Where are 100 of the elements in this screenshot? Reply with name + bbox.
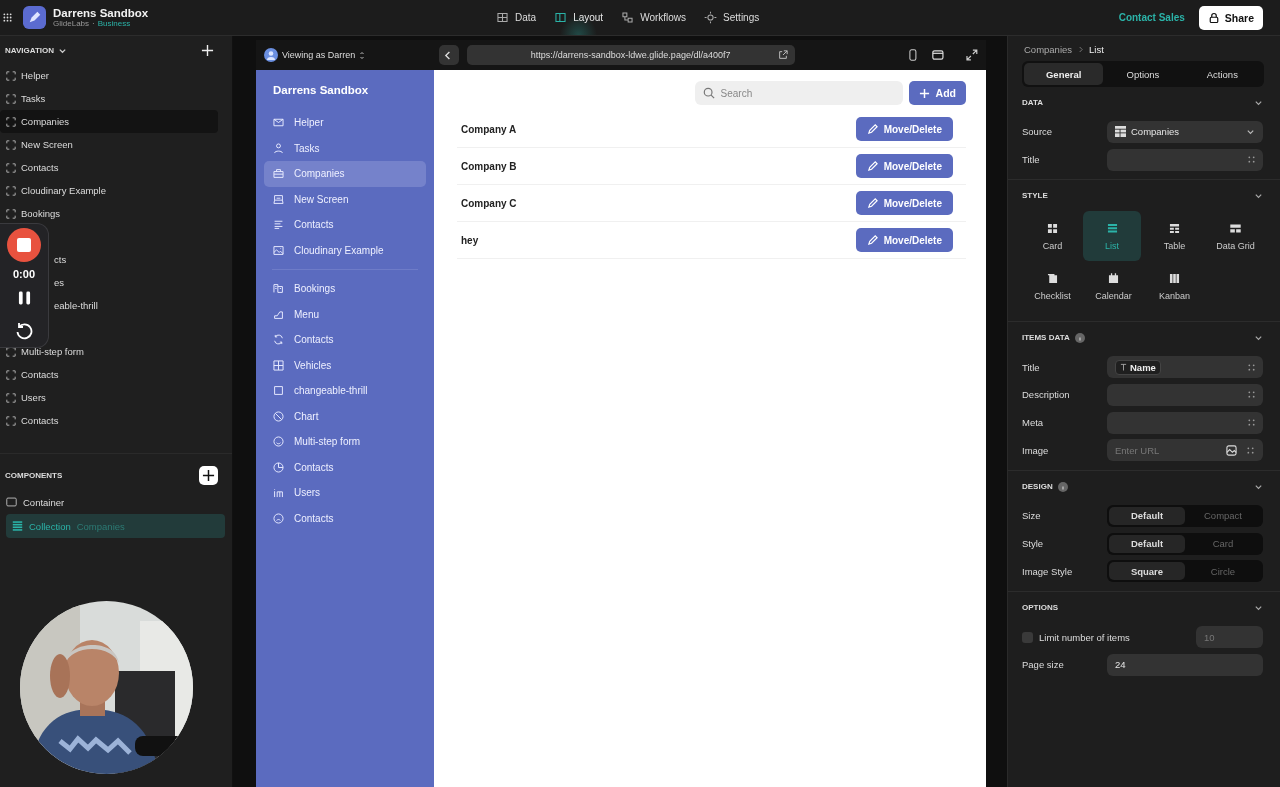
back-button[interactable] (438, 45, 459, 65)
app-menu-item[interactable]: Vehicles (264, 352, 426, 378)
nav-item[interactable]: Cloudinary Example (0, 179, 218, 202)
style-option[interactable]: Data Grid (1205, 211, 1266, 262)
app-menu-item[interactable]: Contacts (264, 212, 426, 238)
top-tab[interactable]: Data (488, 0, 545, 35)
segment-option[interactable]: Square (1109, 562, 1185, 581)
segment-option[interactable]: Compact (1185, 506, 1261, 525)
binding-field[interactable] (1107, 383, 1263, 406)
tablet-icon[interactable] (932, 49, 945, 61)
binding-field[interactable]: Name (1107, 356, 1263, 379)
search-field[interactable]: Search (694, 81, 903, 105)
image-icon[interactable] (1226, 444, 1237, 456)
checkbox[interactable] (1022, 631, 1033, 643)
binding-field[interactable] (1107, 411, 1263, 434)
nav-item[interactable]: Bookings (0, 202, 218, 225)
style-option[interactable]: Card (1022, 211, 1083, 262)
panel-tab[interactable]: General (1024, 63, 1104, 85)
nav-item[interactable]: es (54, 277, 65, 288)
info-icon[interactable] (1074, 332, 1085, 343)
move-delete-button[interactable]: Move/Delete (855, 228, 953, 252)
app-menu-item[interactable]: New Screen (264, 186, 426, 212)
app-menu-item[interactable]: Tasks (264, 135, 426, 161)
chevron-down-icon[interactable] (1254, 191, 1263, 201)
page-size-field[interactable]: 24 (1107, 653, 1263, 676)
nav-item[interactable]: Companies (0, 110, 218, 133)
info-icon[interactable] (1057, 481, 1068, 492)
nav-item[interactable]: Multi-step form (0, 340, 218, 363)
segment-option[interactable]: Default (1109, 534, 1185, 553)
segment-option[interactable]: Circle (1185, 562, 1261, 581)
app-menu-item[interactable]: changeable-thrill (264, 378, 426, 404)
add-icon[interactable] (201, 43, 214, 57)
top-tab[interactable]: Settings (696, 0, 768, 35)
phone-icon[interactable] (906, 49, 919, 61)
restart-icon[interactable] (15, 322, 33, 340)
app-menu-item[interactable]: Chart (264, 403, 426, 429)
panel-tab[interactable]: Actions (1182, 63, 1262, 85)
app-menu-item[interactable]: Contacts (264, 505, 426, 531)
limit-field[interactable]: 10 (1196, 626, 1263, 649)
frame-icon (6, 415, 16, 426)
add-component-button[interactable] (199, 465, 218, 485)
frame-icon (6, 162, 16, 173)
panel-tab[interactable]: Options (1103, 63, 1183, 85)
menu-item-icon (272, 435, 285, 449)
up-down-icon[interactable] (359, 50, 366, 60)
external-link-icon[interactable] (777, 50, 788, 60)
top-tab[interactable]: Workflows (613, 0, 695, 35)
nav-item[interactable]: Tasks (0, 87, 218, 110)
binding-field[interactable] (1107, 148, 1263, 171)
breadcrumb-link[interactable]: Companies (1024, 44, 1073, 55)
nav-item[interactable]: Helper (0, 64, 218, 87)
move-delete-button[interactable]: Move/Delete (855, 191, 953, 215)
nav-item[interactable]: Contacts (0, 156, 218, 179)
app-menu-item[interactable]: Contacts (264, 327, 426, 353)
url-bar[interactable]: https://darrens-sandbox-ldwe.glide.page/dl/a400f7 (466, 45, 795, 65)
style-option[interactable]: Calendar (1083, 261, 1144, 312)
workflow-icon[interactable] (621, 11, 635, 24)
app-menu-item[interactable]: Users (264, 480, 426, 506)
expand-icon[interactable] (966, 49, 978, 61)
contact-sales-link[interactable]: Contact Sales (1118, 12, 1185, 23)
viewing-as-label[interactable]: Viewing as Darren (282, 50, 356, 60)
pencil-icon (866, 123, 878, 135)
nav-item[interactable]: eable-thrill (54, 300, 98, 311)
component-item[interactable]: Container (0, 490, 225, 514)
chevron-down-icon[interactable] (1254, 603, 1263, 613)
stop-button[interactable] (7, 228, 41, 262)
chevron-down-icon[interactable] (1254, 98, 1263, 107)
column-chip[interactable]: Name (1115, 359, 1161, 375)
source-dropdown[interactable]: Companies (1107, 120, 1263, 143)
nav-item[interactable]: Users (0, 386, 218, 409)
app-menu-item[interactable]: Multi-step form (264, 429, 426, 455)
plus-icon (918, 87, 930, 99)
app-menu-item[interactable]: Cloudinary Example (264, 237, 426, 263)
add-button[interactable]: Add (908, 81, 966, 105)
style-option[interactable]: List (1083, 211, 1141, 262)
move-delete-button[interactable]: Move/Delete (855, 154, 953, 178)
lock-icon[interactable] (1207, 11, 1220, 24)
style-option[interactable]: Checklist (1022, 261, 1083, 312)
table-icon[interactable] (496, 11, 509, 24)
segment-option[interactable]: Default (1109, 506, 1185, 525)
nav-item[interactable]: New Screen (0, 133, 218, 156)
apps-grid-icon[interactable] (3, 13, 12, 22)
avatar-icon (264, 48, 278, 62)
chevron-down-icon[interactable] (1254, 482, 1263, 492)
settings-icon[interactable] (704, 11, 718, 24)
nav-item[interactable]: Contacts (0, 363, 218, 386)
nav-item[interactable]: Contacts (0, 409, 218, 432)
nav-item[interactable]: cts (54, 254, 67, 265)
app-menu-item[interactable]: Menu (264, 301, 426, 327)
app-menu-item[interactable]: Bookings (264, 276, 426, 302)
move-delete-button[interactable]: Move/Delete (855, 117, 953, 141)
share-button[interactable]: Share (1198, 5, 1263, 30)
app-menu-item[interactable]: Contacts (264, 454, 426, 480)
app-menu-item[interactable]: Helper (264, 110, 426, 136)
chevron-down-icon[interactable] (1254, 333, 1263, 343)
image-url-field[interactable]: Enter URL (1107, 439, 1263, 462)
pause-icon[interactable] (17, 290, 31, 306)
style-option[interactable]: Table (1144, 211, 1205, 262)
style-option[interactable]: Kanban (1144, 261, 1205, 312)
layout-icon[interactable] (554, 11, 568, 24)
